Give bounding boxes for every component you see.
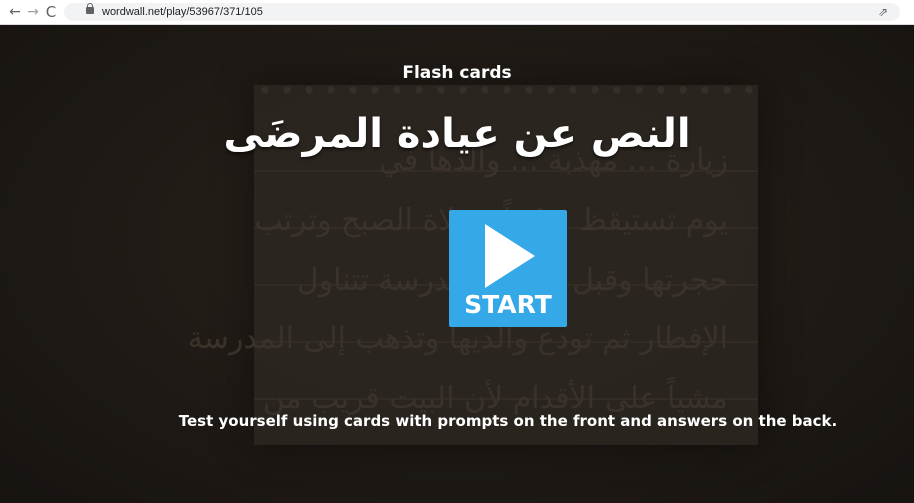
- background-text-line: مشياً على الأقدام لأن البيت قريب من: [262, 381, 728, 416]
- url-text[interactable]: wordwall.net/play/53967/371/105: [102, 4, 263, 20]
- play-icon: [485, 224, 535, 288]
- lock-icon[interactable]: [86, 3, 94, 14]
- share-icon[interactable]: ⇗: [876, 5, 890, 19]
- back-arrow-icon[interactable]: ←: [6, 2, 24, 22]
- activity-type-label: Flash cards: [402, 63, 512, 83]
- activity-description: Test yourself using cards with prompts o…: [178, 412, 838, 430]
- address-bar[interactable]: wordwall.net/play/53967/371/105 ⇗: [64, 3, 900, 21]
- game-area: زيارة ... مهذبة ... والدها في يوم تستيقظ…: [0, 25, 914, 503]
- reload-icon[interactable]: C: [42, 2, 60, 22]
- browser-toolbar: ← → C wordwall.net/play/53967/371/105 ⇗: [0, 0, 914, 25]
- forward-arrow-icon[interactable]: →: [24, 2, 42, 22]
- notebook-rings: [254, 81, 758, 99]
- start-label: START: [464, 290, 552, 319]
- activity-title: النص عن عيادة المرضَى: [223, 111, 691, 157]
- start-button[interactable]: START: [449, 210, 567, 327]
